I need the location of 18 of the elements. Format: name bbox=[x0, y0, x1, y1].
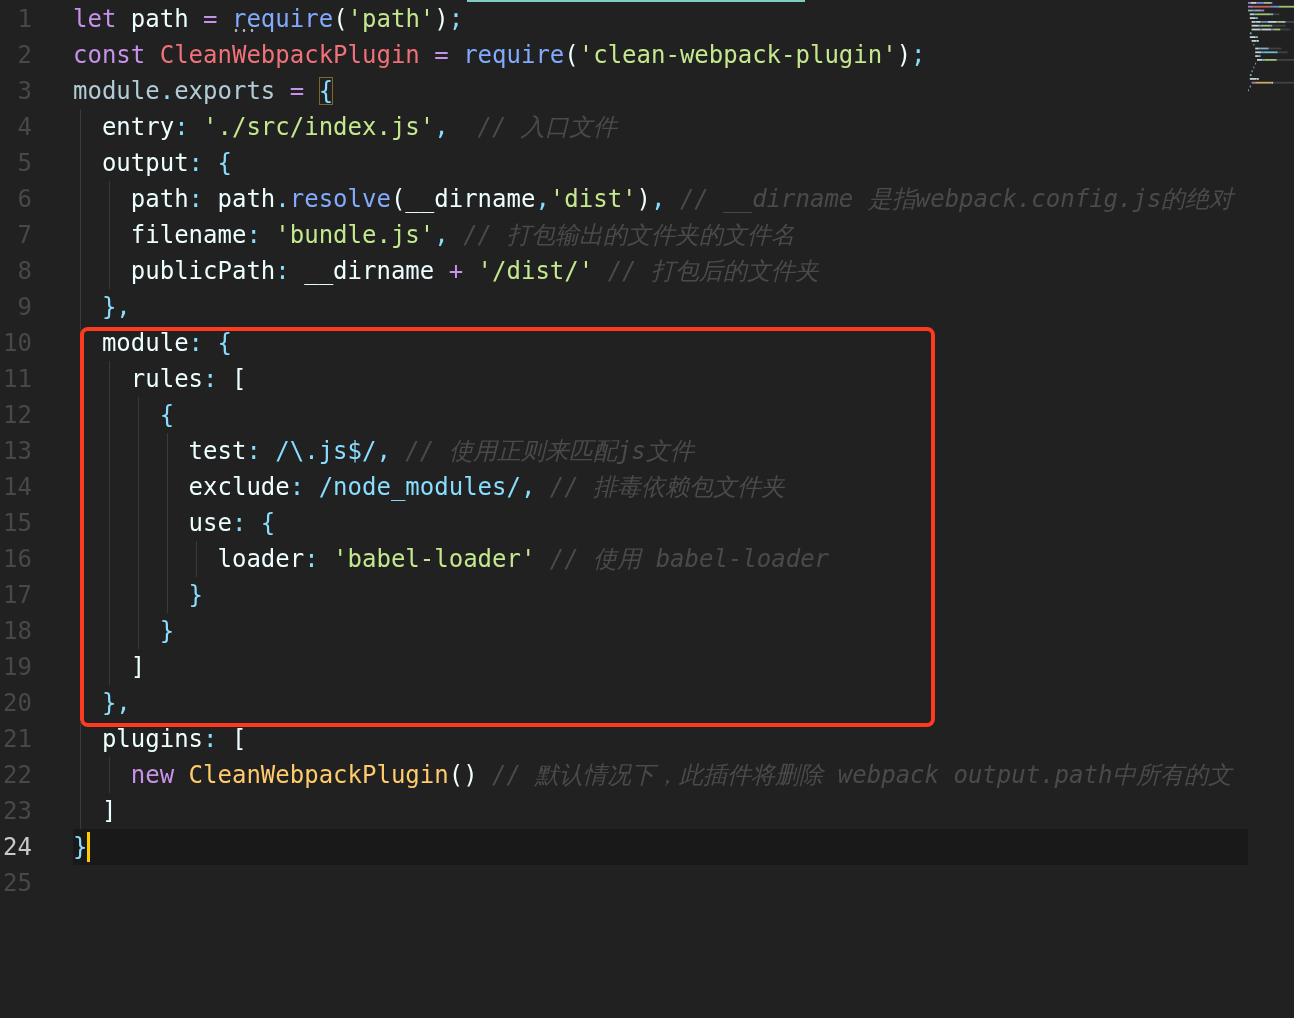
code-line: }, bbox=[100, 688, 131, 718]
code-line: ] bbox=[129, 652, 146, 682]
text-cursor bbox=[87, 832, 91, 862]
line-number: 24 bbox=[2, 832, 32, 862]
code-line: let path = require('path'); bbox=[73, 4, 464, 34]
code-line: } bbox=[73, 832, 88, 862]
code-line: } bbox=[187, 580, 204, 610]
code-line: } bbox=[158, 616, 175, 646]
code-line: module.exports = { bbox=[73, 76, 334, 106]
code-line: const CleanWebpackPlugin = require('clean-webpack-plugin'); bbox=[73, 40, 926, 70]
code-line: plugins: [ bbox=[100, 724, 247, 754]
code-line: rules: [ bbox=[129, 364, 247, 394]
code-line: }, bbox=[100, 292, 131, 322]
code-line: module: { bbox=[100, 328, 232, 358]
code-line: { bbox=[158, 400, 175, 430]
code-line: output: { bbox=[100, 148, 232, 178]
code-line: use: { bbox=[187, 508, 276, 538]
code-line: ] bbox=[100, 796, 117, 826]
